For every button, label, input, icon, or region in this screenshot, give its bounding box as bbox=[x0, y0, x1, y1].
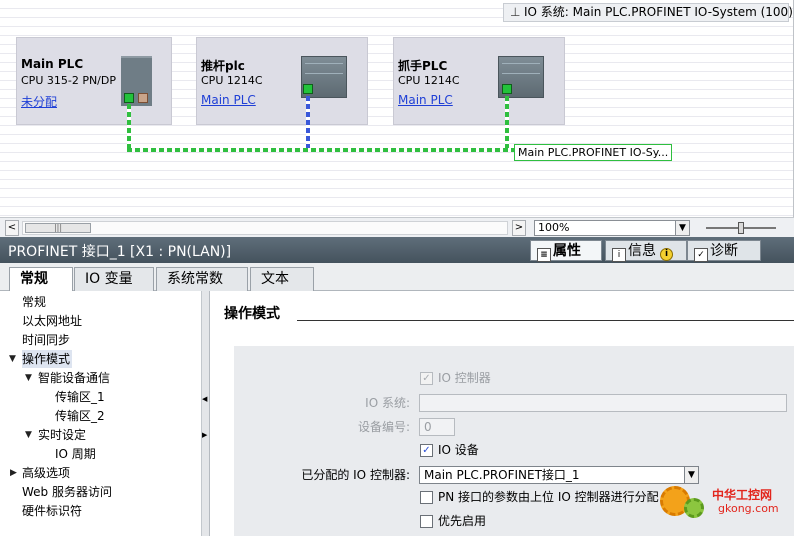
zoom-value: 100% bbox=[538, 221, 570, 234]
bus-drop-gripper-plc[interactable] bbox=[505, 96, 509, 152]
nav-splitter[interactable]: ◀ ▶ bbox=[202, 291, 210, 536]
expand-down-icon[interactable]: ▼ bbox=[25, 426, 32, 444]
priority-startup-label: 优先启用 bbox=[438, 514, 487, 528]
nav-item-advanced-options[interactable]: 高级选项 bbox=[22, 464, 70, 482]
io-device-label: IO 设备 bbox=[438, 443, 479, 457]
dp-port-icon[interactable] bbox=[138, 93, 148, 103]
zoom-select[interactable]: 100% ▼ bbox=[534, 220, 690, 236]
expand-right-icon[interactable]: ▶ bbox=[202, 431, 207, 439]
zoom-slider-thumb[interactable] bbox=[738, 222, 744, 234]
io-system-field[interactable] bbox=[419, 394, 787, 412]
pn-params-checkbox[interactable] bbox=[420, 491, 433, 504]
pn-params-label: PN 接口的参数由上位 IO 控制器进行分配 bbox=[438, 490, 659, 504]
expand-right-icon[interactable]: ▶ bbox=[10, 464, 17, 482]
device-type: CPU 1214C bbox=[398, 74, 460, 87]
nav-item-ethernet-address[interactable]: 以太网地址 bbox=[22, 312, 82, 330]
section-divider bbox=[297, 320, 794, 321]
scrollbar-thumb[interactable]: ||| bbox=[25, 223, 91, 233]
device-type: CPU 315-2 PN/DP bbox=[21, 74, 116, 87]
chevron-down-icon[interactable]: ▼ bbox=[684, 467, 698, 483]
zoom-slider[interactable] bbox=[706, 222, 776, 234]
gear-icon bbox=[684, 498, 704, 518]
bus-drop-main-plc[interactable] bbox=[127, 104, 131, 152]
tab-info-label: 信息 bbox=[628, 243, 656, 259]
profinet-port-icon[interactable] bbox=[303, 84, 313, 94]
horizontal-scrollbar[interactable]: ||| bbox=[22, 221, 508, 235]
info-icon: i bbox=[660, 248, 673, 261]
device-assignment-link[interactable]: Main PLC bbox=[201, 93, 256, 107]
nav-item-hardware-identifier[interactable]: 硬件标识符 bbox=[22, 502, 82, 520]
nav-item-web-server-access[interactable]: Web 服务器访问 bbox=[22, 483, 112, 501]
tab-io-tags[interactable]: IO 变量 bbox=[74, 267, 154, 291]
tab-diagnostics[interactable]: ✓ 诊断 bbox=[687, 240, 761, 262]
device-gripper-plc[interactable]: 抓手PLC CPU 1214C Main PLC bbox=[393, 37, 565, 125]
device-number-field[interactable]: 0 bbox=[419, 418, 455, 436]
device-name: Main PLC bbox=[21, 57, 84, 71]
tab-properties-label: 属性 bbox=[553, 243, 581, 259]
watermark-domain: gkong.com bbox=[718, 502, 779, 515]
properties-header: PROFINET 接口_1 [X1 : PN(LAN)] ≡ 属性 i 信息 i ✓ 诊… bbox=[0, 237, 794, 263]
nav-item-transfer-area-1[interactable]: 传输区_1 bbox=[55, 388, 105, 406]
device-push-rod-plc[interactable]: 推杆plc CPU 1214C Main PLC bbox=[196, 37, 368, 125]
gkong-watermark: 中华工控网 gkong.com bbox=[660, 484, 788, 524]
io-system-header: ⊥ IO 系统: Main PLC.PROFINET IO-System (100… bbox=[503, 3, 793, 22]
properties-title: PROFINET 接口_1 [X1 : PN(LAN)] bbox=[8, 244, 232, 260]
nav-item-transfer-area-2[interactable]: 传输区_2 bbox=[55, 407, 105, 425]
network-view-statusbar: < ||| > 100% ▼ bbox=[0, 217, 794, 237]
network-view[interactable]: ⊥ IO 系统: Main PLC.PROFINET IO-System (100… bbox=[0, 0, 794, 217]
watermark-text: 中华工控网 bbox=[712, 488, 773, 502]
profinet-port-icon[interactable] bbox=[124, 93, 134, 103]
diagnostics-icon: ✓ bbox=[694, 248, 708, 262]
nav-item-realtime-settings[interactable]: 实时设定 bbox=[38, 426, 86, 444]
io-system-bus-label[interactable]: Main PLC.PROFINET IO-Sy... bbox=[514, 144, 673, 161]
bus-drop-push-rod-plc[interactable] bbox=[306, 96, 310, 152]
nav-item-time-sync[interactable]: 时间同步 bbox=[22, 331, 70, 349]
sub-tab-bar: 常规 IO 变量 系统常数 文本 bbox=[0, 263, 794, 292]
collapse-left-icon[interactable]: ◀ bbox=[202, 395, 207, 403]
device-assignment-link[interactable]: 未分配 bbox=[21, 93, 57, 110]
nav-item-io-cycle[interactable]: IO 周期 bbox=[55, 445, 96, 463]
io-controller-checkbox[interactable]: ✓ bbox=[420, 372, 433, 385]
tab-texts[interactable]: 文本 bbox=[250, 267, 314, 291]
assigned-controller-label: 已分配的 IO 控制器: bbox=[301, 468, 410, 482]
assigned-controller-select[interactable]: Main PLC.PROFINET接口_1 ▼ bbox=[419, 466, 699, 484]
device-number-label: 设备编号: bbox=[357, 420, 410, 434]
device-name: 抓手PLC bbox=[398, 59, 448, 73]
pin-icon[interactable]: ⊥ bbox=[510, 4, 524, 21]
properties-nav-tree: 常规 以太网地址 时间同步 ▼ 操作模式 ▼ 智能设备通信 传输区_1 传输区_… bbox=[0, 291, 202, 536]
io-device-checkbox[interactable]: ✓ bbox=[420, 444, 433, 457]
tab-general[interactable]: 常规 bbox=[9, 267, 73, 292]
io-system-label: IO 系统: bbox=[365, 396, 410, 410]
profinet-io-system-line[interactable] bbox=[127, 148, 515, 152]
nav-item-operating-mode[interactable]: 操作模式 bbox=[22, 350, 73, 368]
io-system-header-text: IO 系统: Main PLC.PROFINET IO-System (100) bbox=[524, 5, 793, 19]
priority-startup-checkbox[interactable] bbox=[420, 515, 433, 528]
chevron-down-icon[interactable]: ▼ bbox=[675, 221, 689, 235]
nav-item-general[interactable]: 常规 bbox=[22, 293, 46, 311]
device-type: CPU 1214C bbox=[201, 74, 263, 87]
io-controller-label: IO 控制器 bbox=[438, 371, 491, 385]
assigned-controller-value: Main PLC.PROFINET接口_1 bbox=[424, 468, 580, 482]
scroll-right-button[interactable]: > bbox=[512, 220, 526, 236]
nav-item-i-device-comm[interactable]: 智能设备通信 bbox=[38, 369, 110, 387]
section-title: 操作模式 bbox=[224, 306, 280, 322]
device-assignment-link[interactable]: Main PLC bbox=[398, 93, 453, 107]
info-tab-icon: i bbox=[612, 248, 626, 262]
scroll-left-button[interactable]: < bbox=[5, 220, 19, 236]
tab-system-constants[interactable]: 系统常数 bbox=[156, 267, 248, 291]
tab-properties[interactable]: ≡ 属性 bbox=[530, 240, 602, 262]
tab-diagnostics-label: 诊断 bbox=[710, 243, 738, 259]
profinet-port-icon[interactable] bbox=[502, 84, 512, 94]
device-name: 推杆plc bbox=[201, 59, 245, 73]
properties-icon: ≡ bbox=[537, 248, 551, 262]
tab-info[interactable]: i 信息 i bbox=[605, 240, 687, 262]
expand-down-icon[interactable]: ▼ bbox=[25, 369, 32, 387]
device-main-plc[interactable]: Main PLC CPU 315-2 PN/DP 未分配 bbox=[16, 37, 172, 125]
expand-down-icon[interactable]: ▼ bbox=[9, 350, 16, 368]
